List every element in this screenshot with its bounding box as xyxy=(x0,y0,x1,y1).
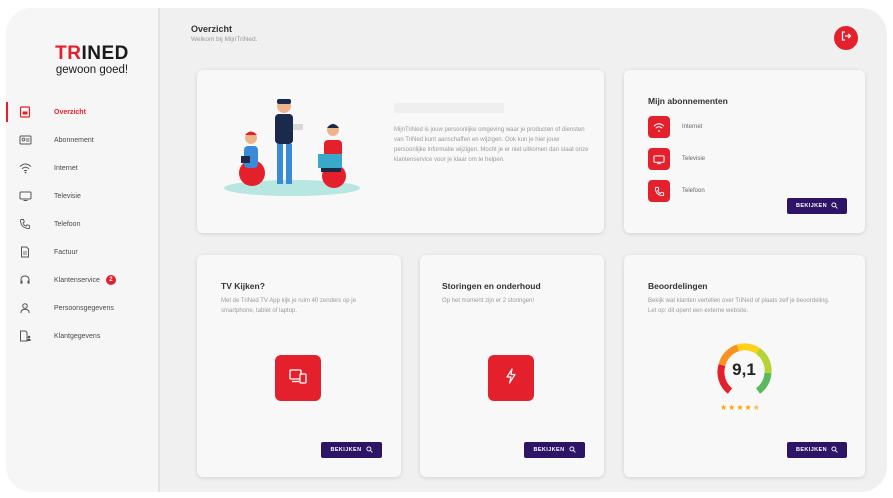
wifi-icon xyxy=(18,161,32,175)
subscriptions-card: Mijn abonnementen Internet Televisie Tel… xyxy=(624,70,865,233)
user-icon xyxy=(18,301,32,315)
outages-text: Op het moment zijn er 2 storingen! xyxy=(442,298,535,304)
devices-icon xyxy=(289,368,307,389)
lightning-icon xyxy=(504,367,518,389)
subscriptions-title: Mijn abonnementen xyxy=(648,96,728,106)
reviews-card: Beoordelingen Bekijk wat klanten vertell… xyxy=(624,255,865,477)
sidebar-item-abonnement[interactable]: Abonnement xyxy=(6,126,160,154)
customer-data-icon xyxy=(18,329,32,343)
search-icon xyxy=(365,445,373,455)
sidebar-item-label: Internet xyxy=(54,164,78,172)
subscription-internet[interactable]: Internet xyxy=(648,116,702,138)
subscription-card-icon xyxy=(18,133,32,147)
sidebar-item-label: Persoonsgegevens xyxy=(54,304,114,312)
subscription-televisie[interactable]: Televisie xyxy=(648,148,705,170)
tv-card: TV Kijken? Met de TriNed TV App kijk je … xyxy=(197,255,401,477)
reviews-text: Bekijk wat klanten vertellen over TriNed… xyxy=(648,298,830,314)
sidebar-item-klantgegevens[interactable]: Klantgegevens xyxy=(6,322,160,350)
rating-score: 9,1 xyxy=(732,360,756,379)
subscription-label: Internet xyxy=(682,124,703,130)
welcome-heading-placeholder xyxy=(394,103,504,113)
logo-tagline: gewoon goed! xyxy=(55,64,129,76)
outages-card: Storingen en onderhoud Op het moment zij… xyxy=(420,255,604,477)
notification-badge: 2 xyxy=(105,275,116,285)
sidebar-item-internet[interactable]: Internet xyxy=(6,154,160,182)
search-icon xyxy=(831,201,838,211)
button-label: BEKIJKEN xyxy=(795,203,827,209)
wifi-icon xyxy=(648,116,670,138)
sidebar-item-telefoon[interactable]: Telefoon xyxy=(6,210,160,238)
tv-view-button[interactable]: BEKIJKEN xyxy=(321,442,382,458)
sidebar-item-label: Klantgegevens xyxy=(54,332,101,340)
subscription-label: Televisie xyxy=(682,156,706,162)
phone-icon xyxy=(18,217,32,231)
button-label: BEKIJKEN xyxy=(795,447,827,453)
page-subtitle: Welkom bij MijnTriNed. xyxy=(191,36,258,43)
sidebar-item-label: Abonnement xyxy=(54,136,94,144)
tv-icon xyxy=(18,189,32,203)
welcome-card: MijnTriNed is jouw persoonlijke omgeving… xyxy=(197,70,604,233)
subscription-label: Telefoon xyxy=(682,188,705,194)
outages-tile[interactable] xyxy=(488,355,534,401)
rating-gauge: 9,1 xyxy=(716,343,772,399)
tv-icon xyxy=(648,148,670,170)
outages-view-button[interactable]: BEKIJKEN xyxy=(524,442,585,458)
trined-logo[interactable]: TRINED gewoon goed! xyxy=(42,43,142,77)
reviews-title: Beoordelingen xyxy=(648,281,708,291)
phone-icon xyxy=(648,180,670,202)
welcome-text: MijnTriNed is jouw persoonlijke omgeving… xyxy=(394,127,589,163)
sidebar-item-label: Klantenservice xyxy=(54,276,100,284)
welcome-illustration xyxy=(217,88,367,205)
sidebar-item-televisie[interactable]: Televisie xyxy=(6,182,160,210)
button-label: BEKIJKEN xyxy=(330,447,362,453)
overview-icon xyxy=(18,105,32,119)
sidebar: TRINED gewoon goed! Overzicht Abonnement xyxy=(6,8,160,492)
sidebar-item-factuur[interactable]: Factuur xyxy=(6,238,160,266)
outages-title: Storingen en onderhoud xyxy=(442,281,541,291)
headset-icon xyxy=(18,273,32,287)
reviews-view-button[interactable]: BEKIJKEN xyxy=(787,442,847,458)
sidebar-item-label: Televisie xyxy=(54,192,81,200)
tv-title: TV Kijken? xyxy=(221,281,265,291)
button-label: BEKIJKEN xyxy=(533,447,565,453)
sidebar-item-klantenservice[interactable]: Klantenservice 2 xyxy=(6,266,160,294)
logout-button[interactable] xyxy=(834,26,858,50)
sidebar-item-label: Overzicht xyxy=(54,108,86,116)
logout-icon xyxy=(840,29,852,47)
star-icon: ★ xyxy=(736,403,745,412)
sidebar-item-label: Telefoon xyxy=(54,220,81,228)
rating-stars: ★★★★★ xyxy=(720,403,761,412)
tv-app-tile[interactable] xyxy=(275,355,321,401)
half-star-icon: ★ xyxy=(752,403,761,412)
sidebar-item-overzicht[interactable]: Overzicht xyxy=(6,98,160,126)
subscriptions-view-button[interactable]: BEKIJKEN xyxy=(787,198,847,214)
sidebar-item-label: Factuur xyxy=(54,248,78,256)
tv-text: Met de TriNed TV App kijk je ruim 40 zen… xyxy=(221,298,356,314)
page-title: Overzicht xyxy=(191,24,233,34)
search-icon xyxy=(568,445,576,455)
subscription-telefoon[interactable]: Telefoon xyxy=(648,180,705,202)
star-icon: ★ xyxy=(744,403,753,412)
invoice-icon xyxy=(18,245,32,259)
logo-wordmark: TRINED xyxy=(55,43,129,64)
search-icon xyxy=(831,445,838,455)
sidebar-nav: Overzicht Abonnement Internet Televisie xyxy=(6,98,160,350)
star-icon: ★ xyxy=(720,403,729,412)
sidebar-item-persoonsgegevens[interactable]: Persoonsgegevens xyxy=(6,294,160,322)
